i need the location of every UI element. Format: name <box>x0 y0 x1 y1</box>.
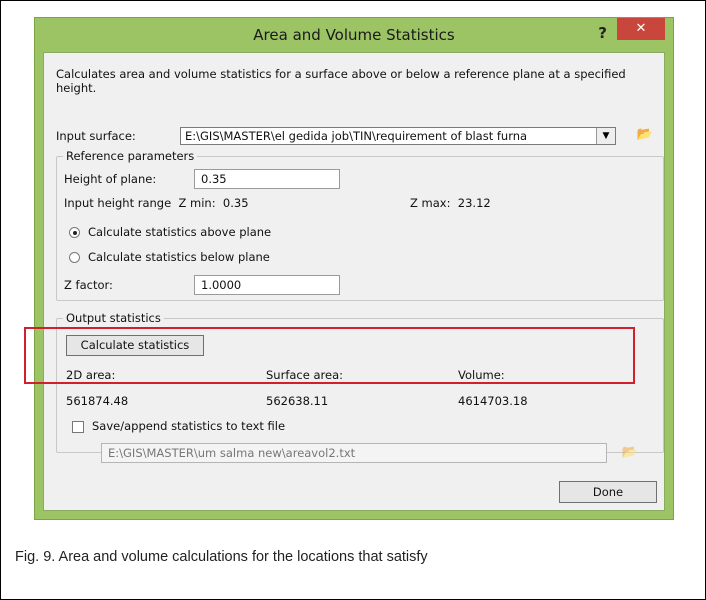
radio-below-plane[interactable] <box>69 252 80 263</box>
description-text: Calculates area and volume statistics fo… <box>56 67 626 95</box>
range-label: Input height range <box>64 196 172 210</box>
zmin-label: Z min: <box>178 196 216 210</box>
reference-parameters-legend: Reference parameters <box>63 149 198 163</box>
input-surface-combobox[interactable]: E:\GIS\MASTER\el gedida job\TIN\requirem… <box>180 127 616 145</box>
dialog-body: Calculates area and volume statistics fo… <box>43 52 665 511</box>
save-statistics-label[interactable]: Save/append statistics to text file <box>92 419 285 433</box>
window-title: Area and Volume Statistics <box>253 26 455 44</box>
zmin-value: 0.35 <box>222 196 249 210</box>
done-button[interactable]: Done <box>559 481 657 503</box>
zmax-readout: Z max: 23.12 <box>410 196 491 210</box>
input-surface-label: Input surface: <box>56 129 136 143</box>
close-button[interactable]: ✕ <box>617 18 665 40</box>
surface-area-value: 562638.11 <box>266 394 329 408</box>
zmax-label: Z max: <box>410 196 451 210</box>
height-of-plane-input[interactable]: 0.35 <box>194 169 340 189</box>
zfactor-label: Z factor: <box>64 278 113 292</box>
chevron-down-icon[interactable]: ▼ <box>596 128 615 144</box>
radio-above-plane[interactable] <box>69 227 80 238</box>
area2d-value: 561874.48 <box>66 394 129 408</box>
figure-frame: Area and Volume Statistics ? ✕ Calculate… <box>0 0 706 600</box>
height-of-plane-label: Height of plane: <box>64 172 157 186</box>
figure-caption: Fig. 9. Area and volume calculations for… <box>15 549 428 565</box>
radio-above-label[interactable]: Calculate statistics above plane <box>88 225 271 239</box>
radio-below-label[interactable]: Calculate statistics below plane <box>88 250 270 264</box>
zfactor-input[interactable]: 1.0000 <box>194 275 340 295</box>
close-icon: ✕ <box>635 21 647 36</box>
zmax-value: 23.12 <box>457 196 491 210</box>
save-path-input[interactable]: E:\GIS\MASTER\um salma new\areavol2.txt <box>101 443 607 463</box>
help-button[interactable]: ? <box>598 24 607 42</box>
highlight-box <box>24 327 635 384</box>
volume-value: 4614703.18 <box>458 394 528 408</box>
input-height-range-label: Input height range Z min: 0.35 <box>64 196 249 210</box>
browse-folder-icon[interactable]: 📂 <box>619 443 641 463</box>
input-surface-value: E:\GIS\MASTER\el gedida job\TIN\requirem… <box>185 129 528 143</box>
save-statistics-checkbox[interactable] <box>72 421 84 433</box>
dialog-window: Area and Volume Statistics ? ✕ Calculate… <box>34 17 674 520</box>
open-folder-icon[interactable]: 📂 <box>634 125 656 145</box>
output-statistics-legend: Output statistics <box>63 311 164 325</box>
title-bar: Area and Volume Statistics ? ✕ <box>35 18 673 52</box>
